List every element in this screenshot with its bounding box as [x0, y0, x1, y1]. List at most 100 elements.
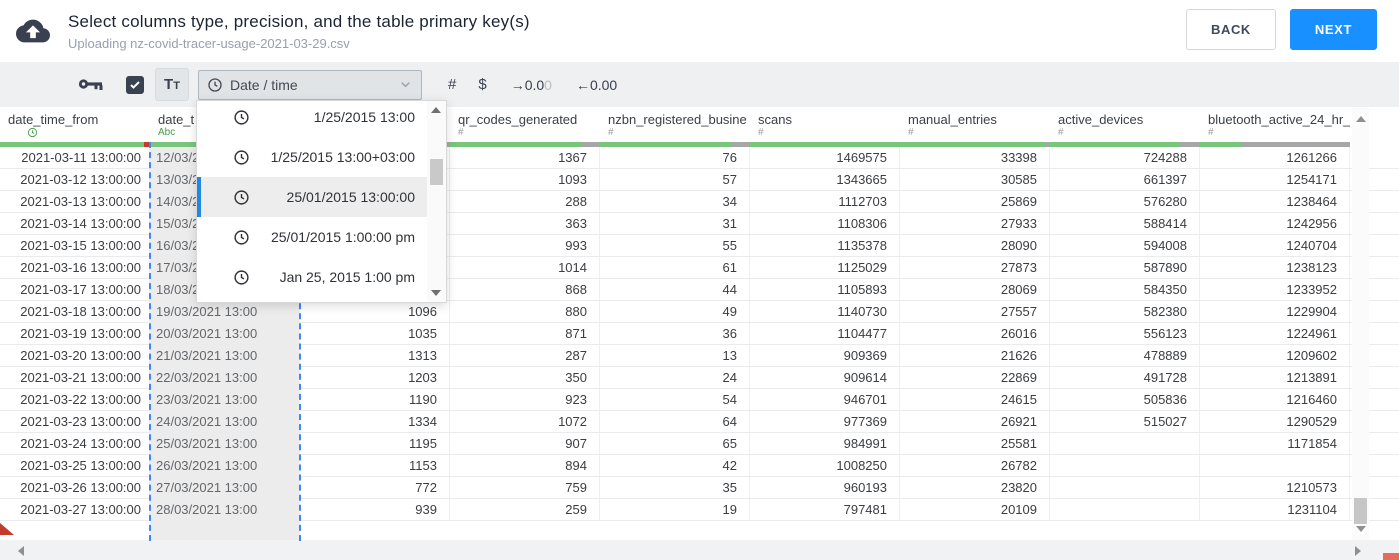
chevron-down-icon — [401, 82, 410, 88]
dropdown-scrollbar-thumb[interactable] — [430, 159, 443, 185]
table-cell: 65 — [600, 433, 750, 454]
column-header-manual_entries[interactable]: manual_entries # — [900, 107, 1050, 147]
table-cell: 2021-03-24 13:00:00 — [0, 433, 150, 454]
type-confidence-bar-segment — [1200, 142, 1242, 147]
date-format-option[interactable]: Jan 25, 2015 1:00 pm — [197, 257, 427, 297]
clock-icon — [208, 77, 222, 92]
dropdown-scroll-down-icon[interactable] — [431, 290, 441, 296]
table-cell: 587890 — [1050, 257, 1200, 278]
table-cell: 44 — [600, 279, 750, 300]
back-button[interactable]: BACK — [1185, 9, 1276, 50]
table-cell: 259 — [450, 499, 600, 520]
table-row: 2021-03-21 13:00:00 22/03/2021 13:00 1203 3… — [0, 367, 1399, 389]
next-button[interactable]: NEXT — [1289, 9, 1377, 50]
date-format-option-label: 1/25/2015 13:00 — [313, 109, 415, 125]
decrease-decimals-button[interactable]: ←0.00 — [576, 77, 617, 93]
table-cell: 36 — [600, 323, 750, 344]
table-cell: 661397 — [1050, 169, 1200, 190]
table-cell: 363 — [450, 213, 600, 234]
date-format-option[interactable]: 25/01/2015 13:00:00 — [197, 177, 427, 217]
clock-icon — [27, 127, 38, 138]
scroll-down-arrow-icon[interactable] — [1356, 526, 1366, 532]
vertical-scrollbar-thumb[interactable] — [1354, 498, 1367, 524]
table-cell: 576280 — [1050, 191, 1200, 212]
date-format-option[interactable]: 25/01/2015 1:00:00 pm — [197, 217, 427, 257]
number-type-button[interactable]: # — [448, 76, 456, 93]
column-header-date_time_from[interactable]: date_time_from — [0, 107, 150, 147]
table-cell: 984991 — [750, 433, 900, 454]
table-cell: 26/03/2021 13:00 — [150, 455, 300, 476]
date-format-option-label: 1/25/2015 13:00+03:00 — [270, 149, 415, 165]
column-header-bluetooth_active_24_hr_[interactable]: bluetooth_active_24_hr_ # — [1200, 107, 1350, 147]
date-format-option-label: 25/01/2015 13:00:00 — [286, 189, 415, 205]
currency-type-button[interactable]: $ — [478, 76, 486, 93]
table-cell: 1135378 — [750, 235, 900, 256]
column-header-active_devices[interactable]: active_devices # — [1050, 107, 1200, 147]
date-format-option-label: 25/01/2015 1:00:00 pm — [270, 229, 415, 245]
scroll-right-arrow-icon[interactable] — [1355, 546, 1361, 556]
table-cell: 61 — [600, 257, 750, 278]
table-cell: 13 — [600, 345, 750, 366]
table-row: 2021-03-18 13:00:00 19/03/2021 13:00 1096 8… — [0, 301, 1399, 323]
table-cell: 1224961 — [1200, 323, 1350, 344]
vertical-scrollbar[interactable] — [1352, 108, 1369, 540]
column-type-number-label: # — [1058, 127, 1064, 138]
table-cell: 28090 — [900, 235, 1050, 256]
dropdown-scroll-up-icon[interactable] — [431, 107, 441, 113]
primary-key-icon[interactable] — [78, 78, 104, 91]
table-row: 2021-03-19 13:00:00 20/03/2021 13:00 1035 8… — [0, 323, 1399, 345]
clock-icon — [234, 229, 249, 245]
table-cell: 34 — [600, 191, 750, 212]
more-rows-marker — [0, 523, 14, 535]
date-format-option[interactable]: 1/25/2015 13:00+03:00 — [197, 137, 427, 177]
table-cell: 2021-03-17 13:00:00 — [0, 279, 150, 300]
table-cell — [1050, 455, 1200, 476]
column-type-select[interactable]: Date / time — [198, 69, 422, 100]
table-cell: 993 — [450, 235, 600, 256]
table-cell: 21626 — [900, 345, 1050, 366]
type-confidence-bar-segment — [582, 142, 600, 147]
table-cell: 1209602 — [1200, 345, 1350, 366]
increase-decimals-button[interactable]: →0.00 — [511, 77, 552, 93]
table-cell: 1367 — [450, 147, 600, 168]
type-confidence-bar-segment — [0, 142, 144, 147]
column-type-clock-icon — [0, 127, 150, 140]
type-confidence-bar-segment — [732, 142, 750, 147]
table-cell: 2021-03-14 13:00:00 — [0, 213, 150, 234]
table-cell: 909614 — [750, 367, 900, 388]
table-cell: 2021-03-26 13:00:00 — [0, 477, 150, 498]
table-cell: 28069 — [900, 279, 1050, 300]
type-confidence-bar-segment — [750, 142, 900, 147]
column-header-scans[interactable]: scans # — [750, 107, 900, 147]
table-cell: 27/03/2021 13:00 — [150, 477, 300, 498]
horizontal-scrollbar-thumb[interactable] — [1383, 553, 1399, 560]
column-header-qr_codes_generated[interactable]: qr_codes_generated # — [450, 107, 600, 147]
column-type-number-label: # — [458, 127, 464, 138]
table-cell: 871 — [450, 323, 600, 344]
scroll-left-arrow-icon[interactable] — [18, 546, 24, 556]
table-cell: 478889 — [1050, 345, 1200, 366]
upload-filename: Uploading nz-covid-tracer-usage-2021-03-… — [68, 35, 350, 51]
table-cell: 1140730 — [750, 301, 900, 322]
table-cell: 2021-03-15 13:00:00 — [0, 235, 150, 256]
column-header-nzbn_registered_busine[interactable]: nzbn_registered_busine # — [600, 107, 750, 147]
table-cell: 26921 — [900, 411, 1050, 432]
column-type-setup-page: Select columns type, precision, and the … — [0, 0, 1399, 560]
table-cell: 491728 — [1050, 367, 1200, 388]
table-row: 2021-03-25 13:00:00 26/03/2021 13:00 1153 8… — [0, 455, 1399, 477]
text-type-button[interactable]: TT — [155, 68, 189, 101]
checkmark-icon — [130, 80, 140, 89]
scroll-up-arrow-icon[interactable] — [1356, 116, 1366, 122]
dropdown-scrollbar[interactable] — [427, 101, 446, 302]
table-cell: 31 — [600, 213, 750, 234]
table-cell: 1072 — [450, 411, 600, 432]
table-cell: 30585 — [900, 169, 1050, 190]
table-cell: 960193 — [750, 477, 900, 498]
table-cell: 1104477 — [750, 323, 900, 344]
horizontal-scrollbar[interactable] — [0, 540, 1399, 560]
include-column-checkbox[interactable] — [126, 75, 144, 94]
table-cell: 26782 — [900, 455, 1050, 476]
type-confidence-bar — [1200, 142, 1350, 147]
selected-column-left-border — [149, 142, 151, 541]
date-format-option[interactable]: 1/25/2015 13:00 — [197, 101, 427, 137]
